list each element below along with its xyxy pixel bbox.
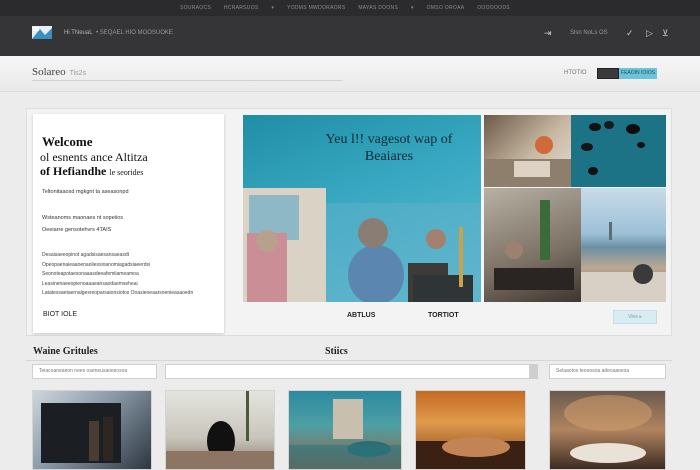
top-nav-link-6[interactable]: OOOOOODS	[477, 5, 510, 11]
search-field-left[interactable]: Teiacoaneaeon nees oseneusaoesosoa	[32, 364, 157, 379]
article-card-3[interactable]	[288, 390, 402, 470]
top-nav-link-5[interactable]: OMSO OROAA	[427, 5, 465, 11]
page-title: Solareo Tis2s	[32, 66, 86, 78]
welcome-subtitle: Teltonitaaosd mgkgnt ta aseasonpd	[42, 189, 129, 195]
gallery-tile-room[interactable]	[484, 115, 571, 187]
page-title-small: Tis2s	[69, 70, 87, 77]
top-nav-link-2[interactable]: HCRARSUOS	[224, 5, 259, 11]
welcome-heading-part4: le seorides	[109, 168, 144, 177]
top-nav-links: SOURAOCS HCRARSUOS ▾ YODMS MWDORAORS MAY…	[180, 0, 510, 16]
welcome-heading-part1: ol esnents	[40, 150, 88, 164]
gallery-label-a: ABTLUS	[347, 312, 376, 319]
subbar-dark-button[interactable]	[597, 68, 619, 79]
logo-icon[interactable]	[32, 26, 52, 39]
divider	[32, 80, 342, 81]
welcome-heading: ol esnents ance Altitza of Hefiandhe le …	[40, 150, 220, 180]
welcome-paragraph: Desaisaeeopinot agadsisaesansaeasdt Opeo…	[42, 252, 194, 296]
page-subheader: Solareo Tis2s HTOTIO	[0, 56, 700, 92]
gallery-tile-beach[interactable]	[581, 188, 666, 302]
interior-image	[494, 200, 574, 290]
section-title-left: Waine Gritules	[33, 346, 98, 357]
chevron-down-icon[interactable]: ▾	[271, 5, 274, 11]
leaves-image	[581, 121, 645, 175]
check-icon[interactable]: ✓	[626, 28, 634, 39]
search-field-right[interactable]: Selaaotos teooosoa adeoaaoesa	[549, 364, 666, 379]
header-tagline: • SEQAEL HIO MOOSUOKE	[96, 30, 173, 36]
article-image-2	[166, 391, 274, 469]
welcome-title: Welcome	[42, 134, 93, 149]
article-image-1	[41, 403, 121, 463]
top-nav-link-3[interactable]: YODMS MWDORAORS	[287, 5, 345, 11]
welcome-heading-part2: ance Altitza	[90, 150, 148, 164]
welcome-line-2: Oeeiarre gensotehvrs 4TAIS	[42, 227, 112, 233]
header-right-label[interactable]: Slsn NoLs OS	[570, 30, 608, 36]
header-brand[interactable]: Hi TNeuaL	[64, 30, 93, 36]
subbar-blue-button[interactable]: FEAOIN IOIOS	[619, 68, 657, 79]
top-nav-link-1[interactable]: SOURAOCS	[180, 5, 211, 11]
room-image	[484, 136, 571, 187]
play-icon[interactable]: ▷	[646, 28, 653, 39]
arrow-right-icon[interactable]: ⇥	[544, 28, 552, 39]
hero-banner[interactable]: Yeu l!! vagesot wap of Beaiares	[243, 115, 481, 302]
article-card-4[interactable]	[415, 390, 526, 470]
welcome-card: Welcome ol esnents ance Altitza of Hefia…	[33, 114, 224, 333]
article-image-3	[289, 399, 401, 469]
gallery-tile-leaves[interactable]	[571, 115, 666, 187]
view-button[interactable]: Viee ▸	[613, 310, 657, 324]
scrollbar[interactable]	[530, 364, 538, 379]
badge-icon[interactable]: ⊻	[662, 28, 669, 39]
article-card-5[interactable]	[549, 390, 666, 470]
subbar-label: HTOTIO	[564, 70, 587, 76]
gallery-label-b: TORTIOT	[428, 312, 459, 319]
article-card-2[interactable]	[165, 390, 275, 470]
hero-scene-image	[243, 188, 481, 302]
gallery-tile-interior[interactable]	[484, 188, 581, 302]
beach-image	[581, 222, 666, 302]
top-navigation-bar: SOURAOCS HCRARSUOS ▾ YODMS MWDORAORS MAY…	[0, 0, 700, 16]
divider	[26, 360, 672, 361]
site-header: Hi TNeuaL • SEQAEL HIO MOOSUOKE ⇥ Slsn N…	[0, 16, 700, 56]
page-title-text: Solareo	[32, 66, 66, 78]
article-image-5	[564, 395, 652, 463]
welcome-line-1: Wsteanoms maonaes nt sopeiios	[42, 215, 124, 221]
welcome-heading-part3: of Hefiandhe	[40, 164, 107, 178]
search-field-center[interactable]	[165, 364, 530, 379]
section-title-center: Stiics	[325, 346, 348, 357]
chevron-down-icon[interactable]: ▾	[411, 5, 414, 11]
article-image-4	[416, 437, 525, 469]
article-card-1[interactable]	[32, 390, 152, 470]
top-nav-link-4[interactable]: MAYAS DOONS	[358, 5, 398, 11]
read-more-link[interactable]: BIOT IOLE	[43, 311, 77, 318]
